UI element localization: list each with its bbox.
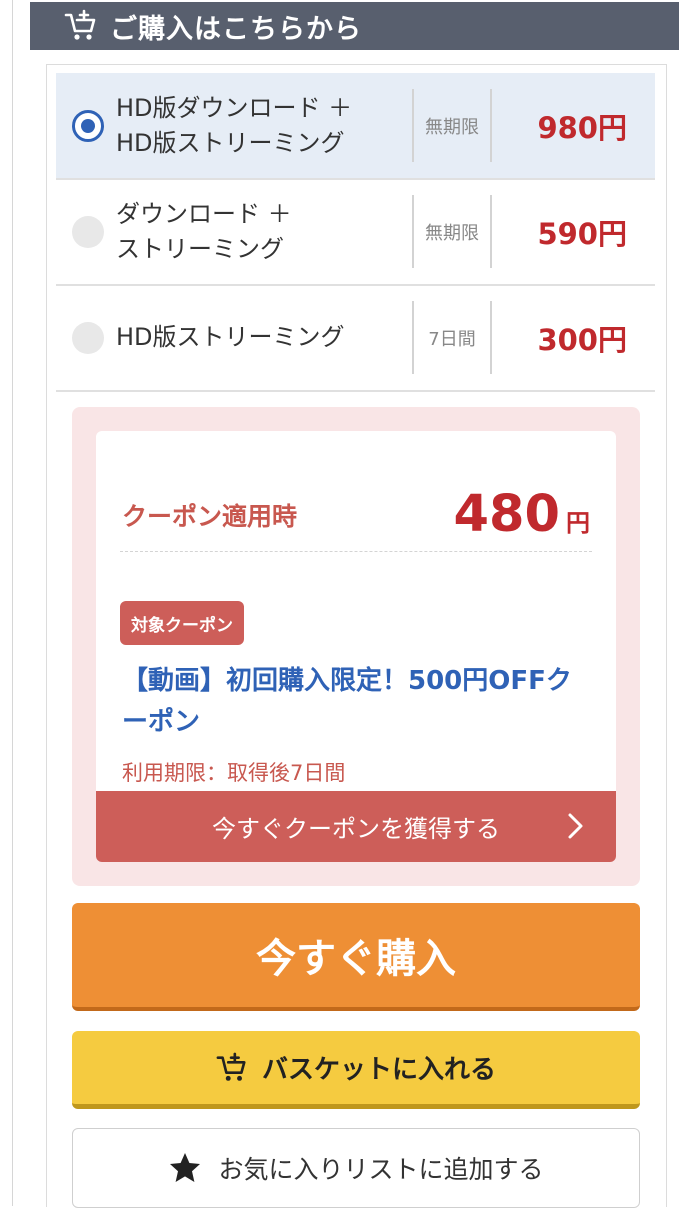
add-to-basket-label: バスケットに入れる: [261, 1055, 496, 1085]
dashed-divider: [120, 551, 592, 552]
buy-now-button[interactable]: 今すぐ購入: [72, 903, 640, 1011]
option-label: HD版ストリーミング: [116, 323, 345, 351]
chevron-right-icon: [568, 813, 583, 839]
header-title: ご購入はこちらから: [110, 13, 362, 45]
divider: [490, 195, 492, 268]
purchase-option-hd-download-streaming[interactable]: HD版ダウンロード ＋ HD版ストリーミング 無期限 980円: [56, 73, 655, 180]
divider: [490, 301, 492, 374]
coupon-price: 480 円: [454, 485, 590, 544]
left-border: [12, 0, 13, 1206]
coupon-price-unit: 円: [566, 509, 590, 537]
option-price: 590円: [537, 216, 627, 251]
option-period: 無期限: [425, 116, 479, 138]
radio-unselected[interactable]: [72, 321, 104, 354]
option-price: 980円: [537, 110, 627, 145]
coupon-label: クーポン適用時: [122, 502, 298, 531]
option-period: 7日間: [428, 328, 476, 350]
get-coupon-button[interactable]: 今すぐクーポンを獲得する: [96, 791, 616, 862]
add-to-basket-button[interactable]: バスケットに入れる: [72, 1031, 640, 1109]
coupon-card: クーポン適用時 480 円 対象クーポン 【動画】初回購入限定！500円OFFクー…: [96, 431, 616, 862]
divider: [490, 89, 492, 162]
coupon-name[interactable]: 【動画】初回購入限定！500円OFFクーポン: [122, 661, 592, 743]
cart-plus-icon: [216, 1052, 246, 1081]
purchase-option-hd-streaming[interactable]: HD版ストリーミング 7日間 300円: [56, 285, 655, 392]
option-period: 無期限: [425, 222, 479, 244]
coupon-price-value: 480: [453, 485, 560, 544]
add-to-favorites-button[interactable]: お気に入りリストに追加する: [72, 1128, 640, 1208]
option-price: 300円: [537, 322, 627, 357]
radio-unselected[interactable]: [72, 215, 104, 248]
coupon-section: クーポン適用時 480 円 対象クーポン 【動画】初回購入限定！500円OFFクー…: [72, 407, 640, 886]
radio-selected[interactable]: [72, 109, 104, 142]
target-coupon-badge: 対象クーポン: [120, 601, 244, 645]
option-label: ダウンロード ＋ ストリーミング: [116, 199, 292, 263]
star-icon: [170, 1153, 201, 1182]
coupon-expiry: 利用期限：取得後7日間: [122, 761, 346, 785]
cart-plus-icon: [64, 9, 96, 40]
purchase-header: ご購入はこちらから: [30, 2, 679, 50]
purchase-option-download-streaming[interactable]: ダウンロード ＋ ストリーミング 無期限 590円: [56, 179, 655, 286]
buy-now-label: 今すぐ購入: [256, 936, 456, 982]
add-to-favorites-label: お気に入りリストに追加する: [218, 1155, 544, 1184]
option-label: HD版ダウンロード ＋ HD版ストリーミング: [116, 93, 353, 157]
get-coupon-label: 今すぐクーポンを獲得する: [212, 815, 500, 843]
